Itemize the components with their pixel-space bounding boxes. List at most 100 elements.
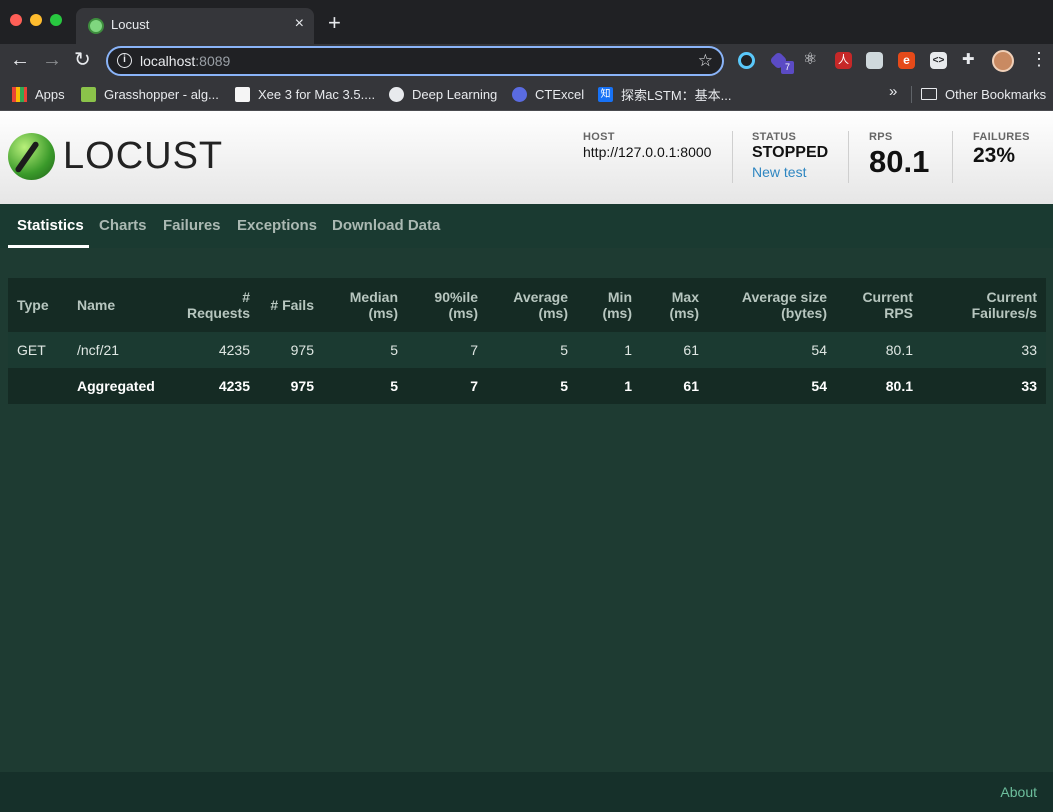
col-header-average[interactable]: Average (ms): [487, 278, 577, 332]
col-header-fails[interactable]: # Fails: [259, 278, 323, 332]
col-header-name[interactable]: Name: [68, 278, 168, 332]
bookmark-ctexcel[interactable]: CTExcel: [512, 84, 584, 104]
xee-icon: [235, 86, 250, 102]
rps-value: 80.1: [869, 144, 930, 179]
tab-statistics[interactable]: Statistics: [17, 204, 84, 248]
bookmark-star-icon[interactable]: ☆: [698, 51, 713, 71]
tab-exceptions[interactable]: Exceptions: [237, 204, 317, 248]
col-header-line: Min: [607, 289, 632, 305]
address-bar[interactable]: i localhost:8089 ☆: [106, 46, 724, 76]
col-header-line: Median: [349, 289, 398, 305]
main-tabs: Statistics Charts Failures Exceptions Do…: [0, 204, 1053, 248]
tab-download-data[interactable]: Download Data: [332, 204, 440, 248]
bookmark-deep-learning[interactable]: Deep Learning: [389, 84, 497, 104]
locust-header: LOCUST HOST http://127.0.0.1:8000 STATUS…: [0, 111, 1053, 204]
col-header-line: (bytes): [781, 305, 827, 321]
bookmark-label: Deep Learning: [412, 86, 498, 102]
failures-stat: FAILURES 23%: [973, 131, 1030, 168]
cell-min: 1: [577, 332, 641, 368]
stat-divider: [848, 131, 849, 183]
react-devtools-icon[interactable]: ⚛: [803, 49, 820, 68]
url-host: localhost: [140, 53, 196, 69]
profile-avatar[interactable]: [992, 50, 1014, 72]
col-header-line: Average: [513, 289, 568, 305]
col-header-line: Current: [986, 289, 1037, 305]
about-link[interactable]: About: [1000, 784, 1037, 800]
table-header-row: Type Name # Requests # Fails Median (ms) …: [8, 278, 1046, 332]
cell-current-rps: 80.1: [836, 368, 922, 404]
bookmark-label: Apps: [35, 86, 65, 102]
new-test-link[interactable]: New test: [752, 164, 828, 180]
col-header-median[interactable]: Median (ms): [323, 278, 407, 332]
col-header-line: (ms): [448, 305, 478, 321]
other-bookmarks[interactable]: Other Bookmarks: [921, 84, 1046, 104]
col-header-p90[interactable]: 90%ile (ms): [407, 278, 487, 332]
browser-tab[interactable]: Locust ×: [76, 8, 314, 44]
col-header-line: Failures/s: [971, 305, 1037, 321]
pdf-extension-icon[interactable]: 人: [835, 52, 852, 69]
host-stat: HOST http://127.0.0.1:8000: [583, 131, 711, 160]
browser-toolbar: ← → ↻ i localhost:8089 ☆ ⚛ 人 e <> ✚ ⋮: [0, 44, 1053, 78]
cell-type: GET: [8, 332, 68, 368]
status-value: STOPPED: [752, 144, 829, 161]
col-header-line: RPS: [884, 305, 913, 321]
bookmark-grasshopper[interactable]: Grasshopper - alg...: [81, 84, 219, 104]
stat-divider: [952, 131, 953, 183]
image-extension-icon[interactable]: [866, 52, 883, 69]
back-arrow-icon[interactable]: ←: [10, 49, 30, 71]
status-label: STATUS: [752, 131, 797, 143]
cell-current-failures: 33: [922, 332, 1046, 368]
col-header-avg-size[interactable]: Average size (bytes): [708, 278, 836, 332]
bookmark-label: 探索LSTM：基本...: [621, 87, 732, 103]
failures-value: 23%: [973, 144, 1016, 167]
bookmark-xee[interactable]: Xee 3 for Mac 3.5....: [235, 84, 375, 104]
extensions-puzzle-icon[interactable]: ✚: [962, 50, 979, 68]
e-extension-icon[interactable]: e: [898, 52, 915, 69]
cell-p90: 7: [407, 332, 487, 368]
tab-failures[interactable]: Failures: [163, 204, 221, 248]
footer: About: [0, 772, 1053, 812]
cell-name: Aggregated: [68, 368, 168, 404]
col-header-current-rps[interactable]: Current RPS: [836, 278, 922, 332]
col-header-type[interactable]: Type: [8, 278, 68, 332]
window-minimize-button[interactable]: [30, 14, 42, 26]
more-bookmarks-chevron-icon[interactable]: »: [889, 83, 897, 100]
failures-label: FAILURES: [973, 131, 1030, 143]
cell-avg-size: 54: [708, 368, 836, 404]
cell-max: 61: [641, 332, 708, 368]
active-tab-indicator: [8, 245, 89, 248]
stat-divider: [732, 131, 733, 183]
browser-menu-icon[interactable]: ⋮: [1030, 49, 1048, 70]
other-bookmarks-label: Other Bookmarks: [945, 86, 1047, 102]
aggregated-row: Aggregated 4235 975 5 7 5 1 61 54 80.1 3…: [8, 368, 1046, 404]
col-header-max[interactable]: Max (ms): [641, 278, 708, 332]
bookmark-label: CTExcel: [535, 86, 585, 102]
cell-requests: 4235: [168, 368, 259, 404]
reload-icon[interactable]: ↻: [74, 49, 91, 71]
site-info-icon[interactable]: i: [117, 53, 132, 68]
forward-arrow-icon[interactable]: →: [42, 49, 62, 71]
cell-average: 5: [487, 332, 577, 368]
col-header-current-failures[interactable]: Current Failures/s: [922, 278, 1046, 332]
col-header-line: (ms): [669, 305, 699, 321]
bookmark-apps[interactable]: Apps: [12, 84, 65, 104]
bookmark-label: Xee 3 for Mac 3.5....: [258, 86, 376, 102]
locust-logo-icon: [8, 133, 55, 180]
bookmarks-divider: [911, 86, 912, 103]
cell-type: [8, 368, 68, 404]
tab-charts[interactable]: Charts: [99, 204, 147, 248]
grasshopper-icon: [81, 86, 96, 102]
url-port: :8089: [195, 53, 231, 69]
cell-avg-size: 54: [708, 332, 836, 368]
col-header-requests[interactable]: # Requests: [168, 278, 259, 332]
tab-close-icon[interactable]: ×: [295, 15, 304, 33]
window-close-button[interactable]: [10, 14, 22, 26]
col-header-min[interactable]: Min (ms): [577, 278, 641, 332]
color-picker-extension-icon[interactable]: [738, 52, 755, 69]
window-maximize-button[interactable]: [50, 14, 62, 26]
new-tab-button[interactable]: +: [328, 12, 341, 34]
col-header-line: (ms): [602, 305, 632, 321]
code-extension-icon[interactable]: <>: [930, 52, 947, 69]
bookmark-lstm[interactable]: 知探索LSTM：基本...: [598, 84, 732, 104]
cell-current-rps: 80.1: [836, 332, 922, 368]
